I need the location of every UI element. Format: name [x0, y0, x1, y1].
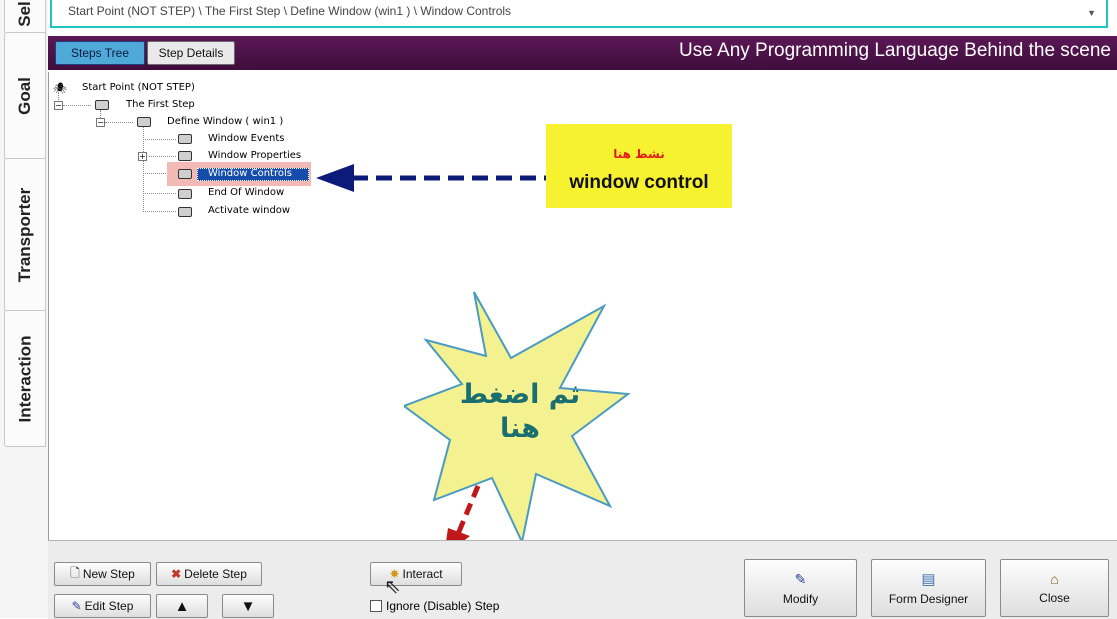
collapse-toggle[interactable]: − — [54, 101, 63, 110]
close-icon: ⌂ — [1050, 571, 1059, 587]
delete-step-label: Delete Step — [184, 567, 247, 581]
modify-label: Modify — [782, 591, 819, 606]
tree-node-end-of-window[interactable]: End Of Window — [208, 187, 284, 199]
edit-step-label: Edit Step — [84, 599, 134, 613]
interact-label: Interact — [402, 567, 443, 581]
form-designer-label: Form Designer — [888, 592, 969, 606]
ignore-step-label: Ignore (Disable) Step — [386, 599, 500, 613]
step-icon — [137, 117, 151, 127]
callout-note: نشط هنا window control — [546, 124, 732, 208]
step-icon — [178, 207, 192, 217]
delete-step-button[interactable]: ✖ Delete Step — [156, 562, 262, 586]
side-tab-sel[interactable]: Sel — [4, 0, 46, 34]
new-page-icon: 🗋 — [70, 565, 80, 580]
step-icon — [178, 134, 192, 144]
tree-line — [63, 105, 91, 106]
edit-step-button[interactable]: ✎ Edit Step — [54, 594, 151, 618]
move-up-button[interactable]: ▲ — [156, 594, 208, 618]
tree-node-first-step[interactable]: The First Step — [126, 99, 195, 111]
collapse-toggle[interactable]: − — [96, 118, 105, 127]
up-arrow-icon: ▲ — [174, 597, 190, 615]
down-arrow-icon: ▼ — [240, 597, 256, 615]
expand-toggle[interactable]: + — [138, 152, 147, 161]
step-icon — [95, 100, 109, 110]
tree-node-root[interactable]: Start Point (NOT STEP) — [82, 82, 195, 94]
callout-note-arabic: نشط هنا — [613, 147, 665, 161]
dropdown-arrow-icon[interactable]: ▼ — [1087, 8, 1096, 18]
tree-line — [105, 122, 133, 123]
starburst-text-line2: هنا — [500, 413, 540, 444]
path-combobox[interactable]: Start Point (NOT STEP) \ The First Step … — [50, 0, 1108, 28]
tab-step-details[interactable]: Step Details — [147, 41, 235, 65]
edit-icon: ✎ — [71, 599, 82, 613]
step-icon — [178, 151, 192, 161]
tree-line — [143, 211, 176, 212]
tree-node-window-controls[interactable]: Window Controls — [208, 168, 292, 180]
side-tab-label: Interaction — [15, 335, 34, 422]
blue-arrow-annotation — [316, 164, 546, 192]
ignore-step-row[interactable]: Ignore (Disable) Step — [370, 599, 499, 613]
step-icon — [178, 169, 192, 179]
side-tab-label: Transporter — [15, 187, 35, 283]
starburst-text-line1: ثم اضغط — [459, 379, 581, 410]
ignore-step-checkbox[interactable] — [370, 600, 382, 612]
modify-button[interactable]: ✎ Modify — [744, 559, 857, 617]
tree-line — [143, 193, 176, 194]
side-tab-label: Sel — [15, 1, 34, 27]
cursor-icon: ⇖ — [384, 574, 401, 598]
side-tab-goal[interactable]: Goal — [4, 32, 46, 160]
tree-node-activate-window[interactable]: Activate window — [208, 205, 290, 217]
tree-node-window-events[interactable]: Window Events — [208, 133, 284, 145]
close-label: Close — [1039, 591, 1070, 605]
side-tab-transporter[interactable]: Transporter — [4, 158, 46, 312]
header-bar: Steps Tree Step Details Use Any Programm… — [48, 36, 1117, 70]
tree-node-window-properties[interactable]: Window Properties — [208, 150, 301, 162]
path-text: Start Point (NOT STEP) \ The First Step … — [68, 4, 512, 18]
new-step-label: New Step — [82, 567, 135, 581]
close-button[interactable]: ⌂ Close — [1000, 559, 1109, 617]
tab-steps-tree[interactable]: Steps Tree — [55, 41, 145, 65]
tree-line — [143, 139, 176, 140]
new-step-button[interactable]: 🗋 New Step — [54, 562, 151, 586]
side-tab-label: Goal — [14, 77, 34, 115]
delete-icon: ✖ — [171, 567, 182, 581]
form-designer-icon: ▤ — [921, 571, 936, 588]
header-title: Use Any Programming Language Behind the … — [679, 40, 1111, 61]
form-designer-button[interactable]: ▤ Form Designer — [871, 559, 986, 617]
move-down-button[interactable]: ▼ — [222, 594, 274, 618]
tree-node-define-window[interactable]: Define Window ( win1 ) — [167, 116, 283, 128]
modify-icon: ✎ — [794, 570, 807, 587]
side-tab-interaction[interactable]: Interaction — [4, 310, 46, 447]
step-icon — [178, 189, 192, 199]
side-tab-strip: Sel Goal Transporter Interaction — [0, 0, 48, 618]
spider-icon: 🕷 — [53, 82, 67, 95]
callout-note-english: window control — [569, 172, 709, 193]
tree-line — [149, 156, 176, 157]
